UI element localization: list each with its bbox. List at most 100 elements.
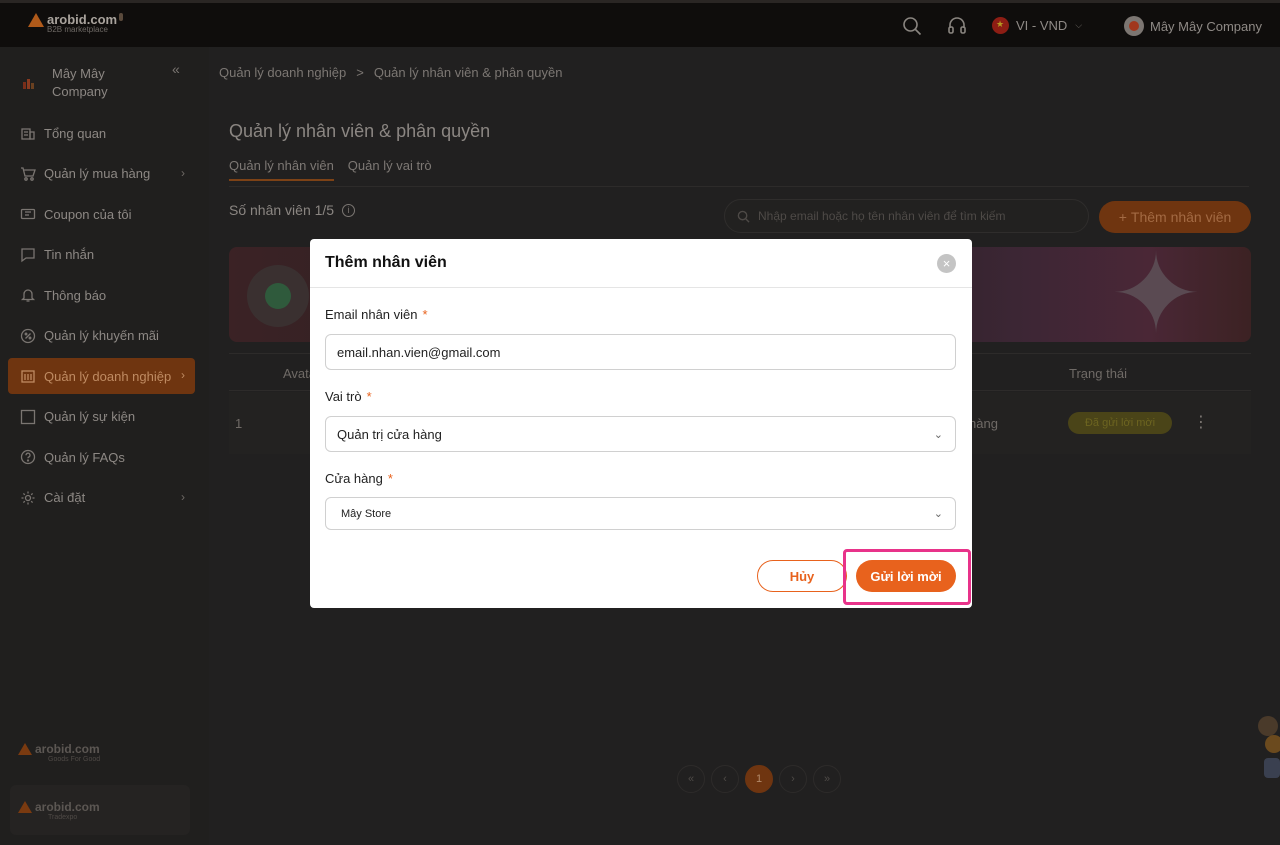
promo-goods-for-good[interactable]: arobid.com Goods For Good [10, 727, 190, 777]
tab-employees[interactable]: Quản lý nhân viên [229, 158, 334, 181]
modal-title: Thêm nhân viên [325, 254, 447, 271]
row-index: 1 [235, 416, 243, 431]
column-header-status: Trạng thái [1069, 366, 1128, 381]
row-role: hàng [969, 416, 998, 431]
breadcrumb-item: Quản lý nhân viên & phân quyền [373, 65, 563, 80]
language-selector[interactable]: VI - VND ⌵ [992, 17, 1082, 34]
user-avatar [1124, 16, 1144, 36]
highlight-box [843, 549, 971, 605]
email-value: email.nhan.vien@gmail.com [337, 344, 501, 360]
search-input[interactable]: Nhập email hoặc họ tên nhân viên để tìm … [724, 199, 1089, 233]
sidebar-item-enterprise[interactable]: Quản lý doanh nghiệp › [8, 358, 195, 394]
company-header: Mây Mây Company [22, 65, 132, 101]
banner-avatar [247, 265, 309, 327]
more-options-icon[interactable]: ⋮ [1193, 412, 1209, 432]
last-page-icon[interactable]: » [813, 765, 841, 793]
breadcrumb-item[interactable]: Quản lý doanh nghiệp [219, 65, 346, 80]
promo-tradexpo[interactable]: arobid.com Tradexpo [10, 785, 190, 835]
store-value: Mây Store [341, 507, 392, 520]
first-page-icon[interactable]: « [677, 765, 705, 793]
building-icon [20, 125, 36, 141]
cancel-button[interactable]: Hủy [757, 560, 847, 592]
chevron-down-icon: ⌵ [1075, 20, 1083, 30]
enterprise-icon [20, 368, 36, 384]
page-title: Quản lý nhân viên & phân quyền [229, 121, 491, 141]
prev-page-icon[interactable]: ‹ [711, 765, 739, 793]
employee-count-label: Số nhân viên 1/5 [229, 202, 335, 218]
store-select[interactable]: Mây Store ⌄ [325, 497, 956, 530]
search-placeholder: Nhập email hoặc họ tên nhân viên để tìm … [758, 209, 1006, 223]
add-employee-button[interactable]: + Thêm nhân viên [1099, 201, 1251, 233]
promo-tag: Tradexpo [48, 813, 78, 821]
sidebar-item-label: Quản lý FAQs [44, 449, 125, 465]
user-menu[interactable]: Mây Mây Company [1124, 16, 1262, 36]
next-page-icon[interactable]: › [779, 765, 807, 793]
promo-brand: arobid.com [35, 741, 100, 756]
sidebar-item-label: Thông báo [44, 287, 107, 303]
sidebar-item-notifications[interactable]: Thông báo [8, 277, 195, 313]
search-icon[interactable] [902, 16, 922, 36]
chevron-right-icon: › [181, 489, 185, 504]
sidebar-item-events[interactable]: Quản lý sự kiện [8, 399, 195, 435]
message-icon [20, 247, 36, 263]
user-name: Mây Mây Company [1150, 18, 1262, 34]
logo-badge [119, 13, 124, 21]
breadcrumb: Quản lý doanh nghiệp > Quản lý nhân viên… [219, 65, 562, 80]
collapse-sidebar-icon[interactable]: « [172, 61, 180, 77]
language-label: VI - VND [1016, 18, 1068, 33]
modal-header: Thêm nhân viên × [310, 239, 972, 288]
cart-icon [20, 166, 36, 182]
email-field[interactable]: email.nhan.vien@gmail.com [325, 334, 956, 370]
sidebar-item-coupon[interactable]: Coupon của tôi [8, 196, 195, 232]
email-label-text: Email nhân viên [325, 307, 418, 322]
required-mark: * [366, 389, 372, 404]
store-label-text: Cửa hàng [325, 471, 383, 486]
sidebar-item-label: Tổng quan [44, 125, 107, 141]
sidebar-item-label: Quản lý sự kiện [44, 409, 136, 424]
tab-roles[interactable]: Quản lý vai trò [348, 158, 432, 181]
sidebar-item-label: Cài đặt [44, 490, 86, 505]
add-employee-label: Thêm nhân viên [1130, 209, 1232, 225]
logo-subtitle: B2B marketplace [47, 25, 108, 34]
sidebar-item-label: Coupon của tôi [44, 206, 132, 222]
sidebar-item-label: Quản lý mua hàng [44, 166, 151, 181]
promo-brand: arobid.com [35, 799, 100, 814]
employee-count: Số nhân viên 1/5 i [229, 202, 356, 218]
info-icon[interactable]: i [342, 203, 356, 217]
logo-mark-icon [28, 13, 44, 29]
page-number[interactable]: 1 [745, 765, 773, 793]
role-label: Vai trò * [325, 389, 372, 404]
tabs: Quản lý nhân viên Quản lý vai trò [229, 158, 432, 181]
coupon-icon [20, 206, 36, 222]
sidebar-item-promotions[interactable]: Quản lý khuyến mãi [8, 318, 195, 354]
chevron-down-icon: ⌄ [933, 428, 943, 441]
headset-icon[interactable] [947, 16, 967, 36]
search-icon [737, 210, 750, 223]
tab-divider [229, 186, 1249, 187]
arobid-logo[interactable]: arobid.com B2B marketplace [28, 13, 124, 34]
role-label-text: Vai trò [325, 389, 362, 404]
arobid-mark-icon [18, 800, 32, 813]
bell-icon [20, 287, 36, 303]
chevron-right-icon: › [181, 165, 185, 180]
floating-helper-widget[interactable] [1254, 714, 1280, 780]
sidebar-item-purchases[interactable]: Quản lý mua hàng › [8, 156, 195, 192]
sidebar-item-overview[interactable]: Tổng quan [8, 115, 195, 151]
pagination: « ‹ 1 › » [677, 765, 841, 793]
vietnam-flag-icon [992, 17, 1009, 34]
arobid-mark-icon [18, 742, 32, 755]
star-decoration-icon: ✦ [1109, 247, 1203, 342]
role-select[interactable]: Quản trị cửa hàng ⌄ [325, 416, 956, 452]
email-label: Email nhân viên * [325, 307, 428, 322]
sidebar-item-messages[interactable]: Tin nhắn [8, 237, 195, 273]
sidebar-item-label: Quản lý khuyến mãi [44, 328, 159, 343]
close-icon[interactable]: × [937, 254, 956, 273]
sidebar-item-settings[interactable]: Cài đặt › [8, 480, 195, 516]
faq-icon [20, 449, 36, 465]
plus-icon: + [1118, 209, 1127, 225]
chevron-right-icon: › [181, 368, 185, 382]
role-value: Quản trị cửa hàng [337, 426, 442, 442]
sidebar-item-label: Quản lý doanh nghiệp [44, 368, 172, 384]
breadcrumb-separator: > [356, 65, 364, 80]
sidebar-item-faqs[interactable]: Quản lý FAQs [8, 439, 195, 475]
